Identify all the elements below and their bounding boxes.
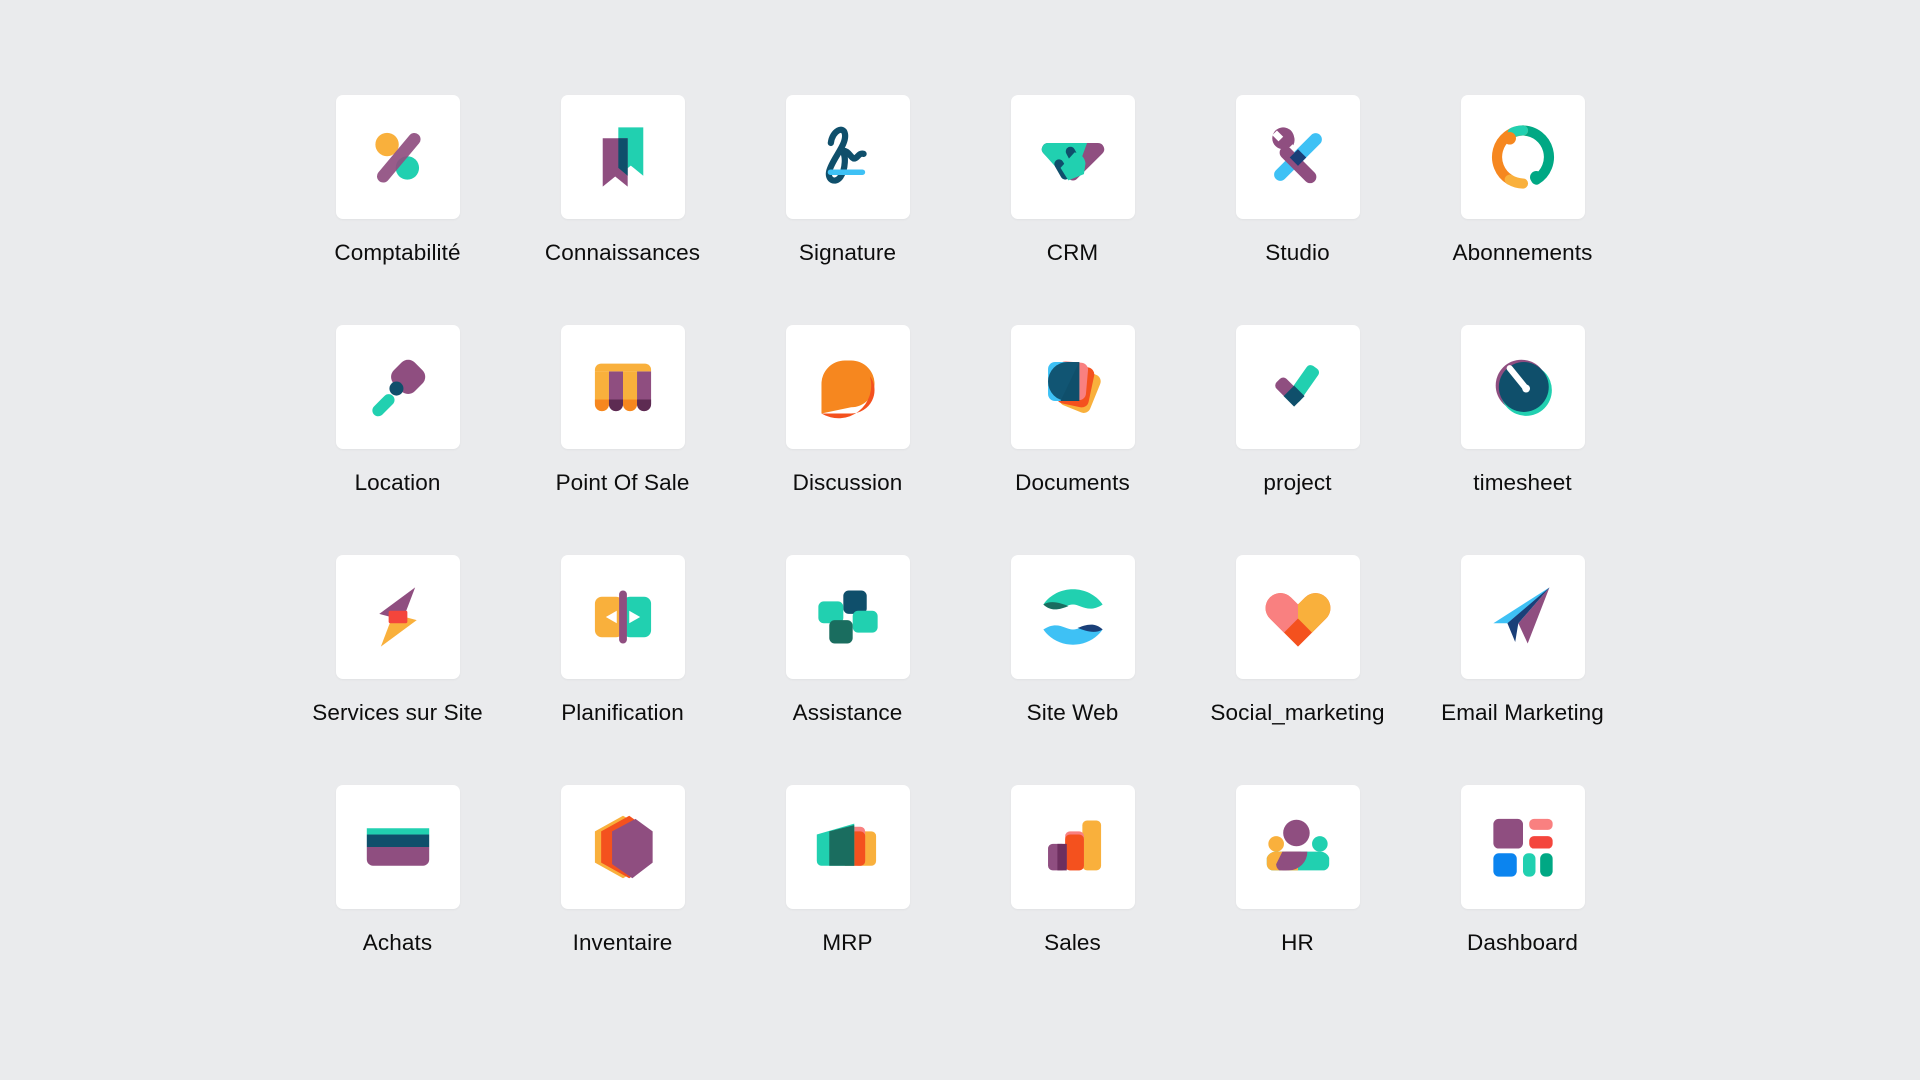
app-tile-hr[interactable]: [1235, 785, 1360, 909]
app-label-mrp: MRP: [822, 930, 873, 955]
awning-icon: [584, 348, 662, 426]
app-item-knowledge[interactable]: Connaissances: [510, 95, 735, 325]
app-label-point_of_sale: Point Of Sale: [555, 470, 690, 495]
app-tile-accounting[interactable]: [335, 95, 460, 219]
app-label-social_marketing: Social_marketing: [1210, 700, 1385, 725]
app-tile-mrp[interactable]: [785, 785, 910, 909]
app-label-helpdesk: Assistance: [792, 700, 903, 725]
signature-icon: [809, 118, 887, 196]
stacked-cards-icon: [1034, 348, 1112, 426]
heart-icon: [1259, 578, 1337, 656]
check-mark-icon: [1259, 348, 1337, 426]
layered-panels-icon: [809, 808, 887, 886]
app-label-knowledge: Connaissances: [544, 240, 701, 265]
paper-plane-icon: [1484, 578, 1562, 656]
app-item-timesheet[interactable]: timesheet: [1410, 325, 1635, 555]
app-tile-dashboard[interactable]: [1460, 785, 1585, 909]
app-label-timesheet: timesheet: [1473, 470, 1572, 495]
app-tile-subscriptions[interactable]: [1460, 95, 1585, 219]
wrench-screwdriver-icon: [1259, 118, 1337, 196]
app-label-hr: HR: [1281, 930, 1314, 955]
credit-card-icon: [359, 808, 437, 886]
app-item-rental[interactable]: Location: [285, 325, 510, 555]
app-tile-point_of_sale[interactable]: [560, 325, 685, 449]
app-tile-project[interactable]: [1235, 325, 1360, 449]
key-icon: [359, 348, 437, 426]
app-tile-social_marketing[interactable]: [1235, 555, 1360, 679]
app-tile-rental[interactable]: [335, 325, 460, 449]
app-label-rental: Location: [354, 470, 441, 495]
app-tile-field_service[interactable]: [335, 555, 460, 679]
app-tile-knowledge[interactable]: [560, 95, 685, 219]
app-item-accounting[interactable]: Comptabilité: [285, 95, 510, 325]
app-item-discuss[interactable]: Discussion: [735, 325, 960, 555]
app-item-crm[interactable]: CRM: [960, 95, 1185, 325]
app-tile-crm[interactable]: [1010, 95, 1135, 219]
app-item-point_of_sale[interactable]: Point Of Sale: [510, 325, 735, 555]
app-label-field_service: Services sur Site: [312, 700, 483, 725]
bar-chart-icon: [1034, 808, 1112, 886]
app-tile-inventory[interactable]: [560, 785, 685, 909]
app-tile-documents[interactable]: [1010, 325, 1135, 449]
bookmark-icon: [584, 118, 662, 196]
handshake-icon: [1034, 118, 1112, 196]
app-tile-discuss[interactable]: [785, 325, 910, 449]
percent-shapes-icon: [359, 118, 437, 196]
recycle-circle-icon: [1484, 118, 1562, 196]
hexagon-box-icon: [584, 808, 662, 886]
play-split-icon: [584, 578, 662, 656]
app-tile-website[interactable]: [1010, 555, 1135, 679]
app-item-field_service[interactable]: Services sur Site: [285, 555, 510, 785]
pinwheel-cross-icon: [809, 578, 887, 656]
app-tile-planning[interactable]: [560, 555, 685, 679]
app-label-sign: Signature: [798, 240, 897, 265]
app-item-documents[interactable]: Documents: [960, 325, 1185, 555]
app-label-subscriptions: Abonnements: [1452, 240, 1593, 265]
app-label-sales: Sales: [1044, 930, 1101, 955]
wave-globe-icon: [1034, 578, 1112, 656]
app-tile-sign[interactable]: [785, 95, 910, 219]
app-item-website[interactable]: Site Web: [960, 555, 1185, 785]
app-item-planning[interactable]: Planification: [510, 555, 735, 785]
app-item-purchase[interactable]: Achats: [285, 785, 510, 1015]
app-label-inventory: Inventaire: [572, 930, 673, 955]
app-tile-email_marketing[interactable]: [1460, 555, 1585, 679]
app-item-studio[interactable]: Studio: [1185, 95, 1410, 325]
app-item-sales[interactable]: Sales: [960, 785, 1185, 1015]
app-item-hr[interactable]: HR: [1185, 785, 1410, 1015]
app-item-subscriptions[interactable]: Abonnements: [1410, 95, 1635, 325]
app-item-helpdesk[interactable]: Assistance: [735, 555, 960, 785]
app-label-planning: Planification: [561, 700, 684, 725]
app-label-purchase: Achats: [362, 930, 433, 955]
app-item-email_marketing[interactable]: Email Marketing: [1410, 555, 1635, 785]
app-item-inventory[interactable]: Inventaire: [510, 785, 735, 1015]
app-tile-sales[interactable]: [1010, 785, 1135, 909]
lightning-bolt-icon: [359, 578, 437, 656]
speech-bubble-icon: [809, 348, 887, 426]
app-label-dashboard: Dashboard: [1467, 930, 1578, 955]
app-label-website: Site Web: [1026, 700, 1119, 725]
app-item-dashboard[interactable]: Dashboard: [1410, 785, 1635, 1015]
app-label-email_marketing: Email Marketing: [1441, 700, 1604, 725]
app-tile-purchase[interactable]: [335, 785, 460, 909]
app-tile-studio[interactable]: [1235, 95, 1360, 219]
app-tile-helpdesk[interactable]: [785, 555, 910, 679]
app-grid: Comptabilité Connaissances Signature CRM: [0, 0, 1920, 1080]
app-tile-timesheet[interactable]: [1460, 325, 1585, 449]
app-label-accounting: Comptabilité: [334, 240, 461, 265]
app-label-discuss: Discussion: [792, 470, 903, 495]
people-group-icon: [1259, 808, 1337, 886]
app-label-crm: CRM: [1046, 240, 1099, 265]
app-label-studio: Studio: [1265, 240, 1330, 265]
tile-grid-icon: [1484, 808, 1562, 886]
app-item-project[interactable]: project: [1185, 325, 1410, 555]
app-label-documents: Documents: [1015, 470, 1130, 495]
clock-gauge-icon: [1484, 348, 1562, 426]
app-label-project: project: [1263, 470, 1332, 495]
app-item-social_marketing[interactable]: Social_marketing: [1185, 555, 1410, 785]
app-item-sign[interactable]: Signature: [735, 95, 960, 325]
app-item-mrp[interactable]: MRP: [735, 785, 960, 1015]
